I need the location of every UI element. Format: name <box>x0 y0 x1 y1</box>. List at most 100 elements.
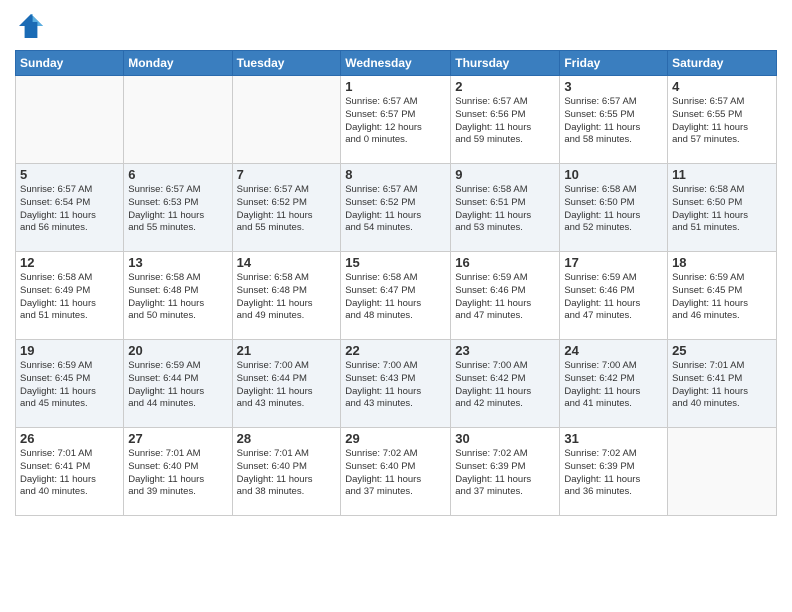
day-info: Sunrise: 7:01 AM Sunset: 6:41 PM Dayligh… <box>20 448 119 499</box>
calendar-cell: 13 Sunrise: 6:58 AM Sunset: 6:48 PM Dayli… <box>124 252 232 340</box>
day-number: 19 <box>20 343 119 358</box>
day-number: 16 <box>455 255 555 270</box>
calendar-cell: 9Sunrise: 6:58 AM Sunset: 6:51 PM Daylig… <box>451 164 560 252</box>
weekday-header-thursday: Thursday <box>451 51 560 76</box>
day-number: 23 <box>455 343 555 358</box>
calendar-cell: 26 Sunrise: 7:01 AM Sunset: 6:41 PM Dayli… <box>16 428 124 516</box>
day-info: Sunrise: 6:57 AM Sunset: 6:55 PM Dayligh… <box>564 96 663 147</box>
day-number: 26 <box>20 431 119 446</box>
day-info: Sunrise: 7:02 AM Sunset: 6:39 PM Dayligh… <box>564 448 663 499</box>
calendar-cell: 1 Sunrise: 6:57 AM Sunset: 6:57 PM Daylig… <box>341 76 451 164</box>
day-info: Sunrise: 6:58 AM Sunset: 6:47 PM Dayligh… <box>345 272 446 323</box>
calendar-cell: 10 Sunrise: 6:58 AM Sunset: 6:50 PM Dayli… <box>560 164 668 252</box>
calendar-cell: 8 Sunrise: 6:57 AM Sunset: 6:52 PM Daylig… <box>341 164 451 252</box>
day-info: Sunrise: 7:00 AM Sunset: 6:44 PM Dayligh… <box>237 360 337 411</box>
day-info: Sunrise: 6:57 AM Sunset: 6:56 PM Dayligh… <box>455 96 555 147</box>
calendar-table: SundayMondayTuesdayWednesdayThursdayFrid… <box>15 50 777 516</box>
week-row-3: 12 Sunrise: 6:58 AM Sunset: 6:49 PM Dayli… <box>16 252 777 340</box>
calendar-cell: 23 Sunrise: 7:00 AM Sunset: 6:42 PM Dayli… <box>451 340 560 428</box>
calendar-cell: 18Sunrise: 6:59 AM Sunset: 6:45 PM Dayli… <box>668 252 777 340</box>
day-number: 3 <box>564 79 663 94</box>
weekday-header-tuesday: Tuesday <box>232 51 341 76</box>
day-number: 17 <box>564 255 663 270</box>
day-number: 25 <box>672 343 772 358</box>
day-number: 12 <box>20 255 119 270</box>
calendar-cell: 17 Sunrise: 6:59 AM Sunset: 6:46 PM Dayli… <box>560 252 668 340</box>
weekday-header-friday: Friday <box>560 51 668 76</box>
calendar-cell: 5Sunrise: 6:57 AM Sunset: 6:54 PM Daylig… <box>16 164 124 252</box>
calendar-cell <box>124 76 232 164</box>
day-number: 15 <box>345 255 446 270</box>
day-number: 4 <box>672 79 772 94</box>
calendar-cell: 25 Sunrise: 7:01 AM Sunset: 6:41 PM Dayli… <box>668 340 777 428</box>
day-info: Sunrise: 7:02 AM Sunset: 6:40 PM Dayligh… <box>345 448 446 499</box>
day-number: 20 <box>128 343 227 358</box>
day-number: 21 <box>237 343 337 358</box>
calendar-cell: 4 Sunrise: 6:57 AM Sunset: 6:55 PM Daylig… <box>668 76 777 164</box>
day-info: Sunrise: 6:59 AM Sunset: 6:46 PM Dayligh… <box>564 272 663 323</box>
day-number: 30 <box>455 431 555 446</box>
day-number: 27 <box>128 431 227 446</box>
calendar-cell: 7Sunrise: 6:57 AM Sunset: 6:52 PM Daylig… <box>232 164 341 252</box>
day-info: Sunrise: 6:57 AM Sunset: 6:52 PM Dayligh… <box>345 184 446 235</box>
day-number: 18 <box>672 255 772 270</box>
day-number: 13 <box>128 255 227 270</box>
weekday-header-row: SundayMondayTuesdayWednesdayThursdayFrid… <box>16 51 777 76</box>
day-info: Sunrise: 7:01 AM Sunset: 6:40 PM Dayligh… <box>237 448 337 499</box>
day-info: Sunrise: 6:57 AM Sunset: 6:53 PM Dayligh… <box>128 184 227 235</box>
page-container: SundayMondayTuesdayWednesdayThursdayFrid… <box>0 0 792 526</box>
day-number: 11 <box>672 167 772 182</box>
calendar-cell: 6 Sunrise: 6:57 AM Sunset: 6:53 PM Daylig… <box>124 164 232 252</box>
day-info: Sunrise: 6:57 AM Sunset: 6:57 PM Dayligh… <box>345 96 446 147</box>
day-info: Sunrise: 7:01 AM Sunset: 6:40 PM Dayligh… <box>128 448 227 499</box>
day-info: Sunrise: 6:59 AM Sunset: 6:44 PM Dayligh… <box>128 360 227 411</box>
day-number: 28 <box>237 431 337 446</box>
calendar-cell: 14Sunrise: 6:58 AM Sunset: 6:48 PM Dayli… <box>232 252 341 340</box>
day-info: Sunrise: 7:00 AM Sunset: 6:42 PM Dayligh… <box>564 360 663 411</box>
logo <box>15 10 51 42</box>
calendar-cell: 19 Sunrise: 6:59 AM Sunset: 6:45 PM Dayli… <box>16 340 124 428</box>
day-info: Sunrise: 6:57 AM Sunset: 6:55 PM Dayligh… <box>672 96 772 147</box>
calendar-cell: 24 Sunrise: 7:00 AM Sunset: 6:42 PM Dayli… <box>560 340 668 428</box>
calendar-cell: 27 Sunrise: 7:01 AM Sunset: 6:40 PM Dayli… <box>124 428 232 516</box>
day-info: Sunrise: 7:01 AM Sunset: 6:41 PM Dayligh… <box>672 360 772 411</box>
day-info: Sunrise: 6:58 AM Sunset: 6:49 PM Dayligh… <box>20 272 119 323</box>
header <box>15 10 777 42</box>
day-info: Sunrise: 6:58 AM Sunset: 6:48 PM Dayligh… <box>128 272 227 323</box>
day-number: 14 <box>237 255 337 270</box>
day-number: 22 <box>345 343 446 358</box>
calendar-cell: 28 Sunrise: 7:01 AM Sunset: 6:40 PM Dayli… <box>232 428 341 516</box>
calendar-cell: 21 Sunrise: 7:00 AM Sunset: 6:44 PM Dayli… <box>232 340 341 428</box>
weekday-header-saturday: Saturday <box>668 51 777 76</box>
calendar-cell: 16 Sunrise: 6:59 AM Sunset: 6:46 PM Dayli… <box>451 252 560 340</box>
calendar-cell: 15 Sunrise: 6:58 AM Sunset: 6:47 PM Dayli… <box>341 252 451 340</box>
day-number: 9 <box>455 167 555 182</box>
day-info: Sunrise: 6:57 AM Sunset: 6:52 PM Dayligh… <box>237 184 337 235</box>
day-info: Sunrise: 6:59 AM Sunset: 6:46 PM Dayligh… <box>455 272 555 323</box>
day-info: Sunrise: 6:58 AM Sunset: 6:50 PM Dayligh… <box>564 184 663 235</box>
day-number: 2 <box>455 79 555 94</box>
day-info: Sunrise: 6:59 AM Sunset: 6:45 PM Dayligh… <box>20 360 119 411</box>
calendar-cell <box>668 428 777 516</box>
day-number: 31 <box>564 431 663 446</box>
weekday-header-sunday: Sunday <box>16 51 124 76</box>
week-row-1: 1 Sunrise: 6:57 AM Sunset: 6:57 PM Daylig… <box>16 76 777 164</box>
day-info: Sunrise: 6:58 AM Sunset: 6:50 PM Dayligh… <box>672 184 772 235</box>
calendar-cell: 11 Sunrise: 6:58 AM Sunset: 6:50 PM Dayli… <box>668 164 777 252</box>
calendar-cell: 2 Sunrise: 6:57 AM Sunset: 6:56 PM Daylig… <box>451 76 560 164</box>
calendar-cell: 12 Sunrise: 6:58 AM Sunset: 6:49 PM Dayli… <box>16 252 124 340</box>
day-number: 5 <box>20 167 119 182</box>
day-info: Sunrise: 7:02 AM Sunset: 6:39 PM Dayligh… <box>455 448 555 499</box>
week-row-5: 26 Sunrise: 7:01 AM Sunset: 6:41 PM Dayli… <box>16 428 777 516</box>
calendar-cell: 31 Sunrise: 7:02 AM Sunset: 6:39 PM Dayli… <box>560 428 668 516</box>
day-number: 1 <box>345 79 446 94</box>
logo-icon <box>15 10 47 42</box>
weekday-header-wednesday: Wednesday <box>341 51 451 76</box>
day-number: 10 <box>564 167 663 182</box>
day-number: 6 <box>128 167 227 182</box>
weekday-header-monday: Monday <box>124 51 232 76</box>
calendar-cell: 3 Sunrise: 6:57 AM Sunset: 6:55 PM Daylig… <box>560 76 668 164</box>
day-info: Sunrise: 7:00 AM Sunset: 6:42 PM Dayligh… <box>455 360 555 411</box>
day-number: 8 <box>345 167 446 182</box>
day-number: 24 <box>564 343 663 358</box>
